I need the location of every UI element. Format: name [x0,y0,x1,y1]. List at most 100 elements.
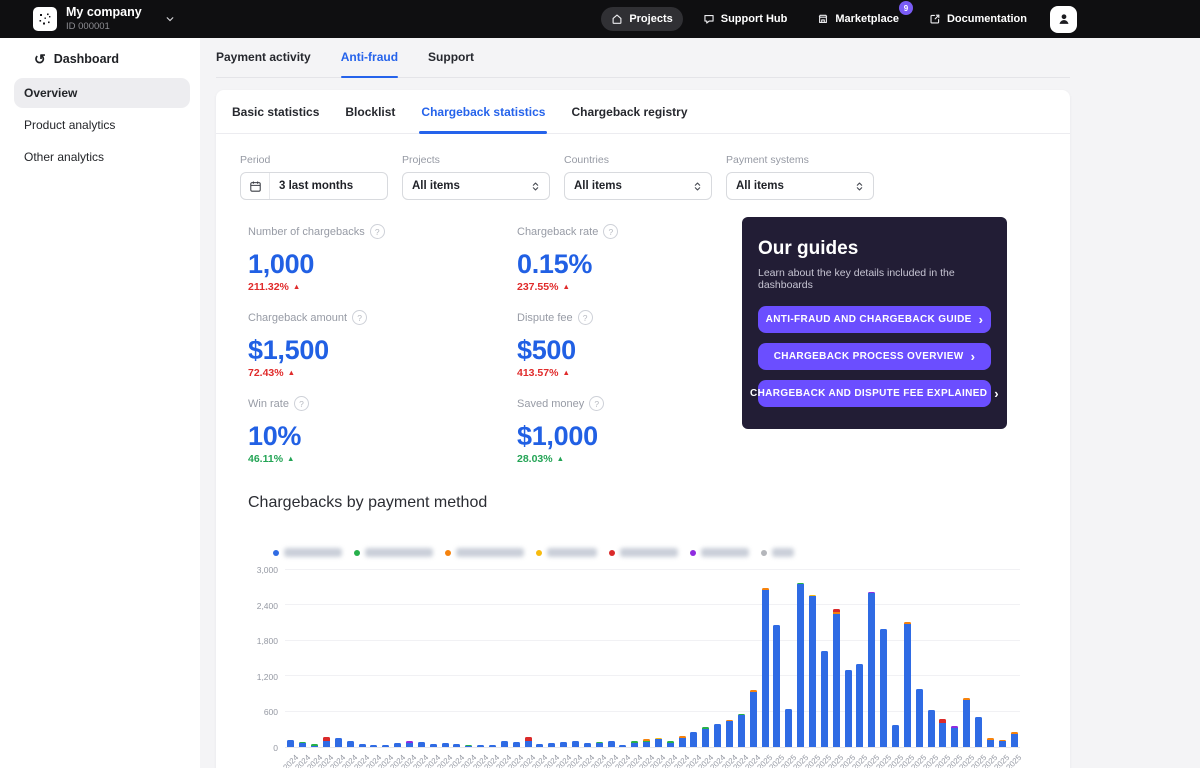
bar-segment-blue [287,740,294,747]
bar [465,745,472,747]
bar [525,737,532,747]
bar [821,651,828,747]
bar-segment-blue [726,721,733,747]
bar-segment-blue [489,745,496,747]
nav-support-hub[interactable]: Support Hub [693,7,798,31]
bar-segment-blue [536,744,543,747]
legend-item-1[interactable] [273,548,342,557]
help-icon[interactable]: ? [603,224,618,239]
bar [643,739,650,747]
legend-item-4[interactable] [536,548,597,557]
subtab-blocklist[interactable]: Blocklist [345,90,395,133]
user-avatar-button[interactable] [1050,6,1077,33]
nav-projects[interactable]: Projects [601,7,682,31]
bar-segment-blue [856,664,863,747]
help-icon[interactable]: ? [294,396,309,411]
filter-countries-control[interactable]: All items [564,172,712,200]
sidebar-item-overview[interactable]: Overview [14,78,190,108]
filter-projects: Projects All items [402,154,550,200]
bar [430,744,437,747]
filter-projects-control[interactable]: All items [402,172,550,200]
bar-segment-blue [442,743,449,747]
stat-change: 72.43%▲ [248,367,517,379]
bar-segment-blue [762,590,769,747]
bar-segment-blue [430,744,437,747]
bar [809,595,816,747]
bar-segment-blue [394,743,401,747]
legend-dot [690,550,696,556]
nav-label: Documentation [947,13,1027,25]
help-icon[interactable]: ? [589,396,604,411]
bar-segment-blue [892,725,899,747]
sidebar-item-product-analytics[interactable]: Product analytics [14,110,190,140]
legend-item-2[interactable] [354,548,433,557]
sidebar: ↺ Dashboard OverviewProduct analyticsOth… [0,38,200,768]
calendar-icon [241,173,270,199]
filter-label: Projects [402,154,550,166]
bar [418,742,425,747]
bar-segment-blue [619,745,626,747]
chart-title: Chargebacks by payment method [248,494,1070,512]
chevron-down-icon[interactable] [165,14,175,24]
bar-segment-blue [951,728,958,747]
company-name: My company [66,6,142,19]
filter-period-control[interactable]: 3 last months [240,172,388,200]
chevron-right-icon: › [971,352,976,362]
updown-icon [854,181,873,192]
guide-button-chargeback-process-overview[interactable]: CHARGEBACK PROCESS OVERVIEW› [758,343,991,370]
help-icon[interactable]: ? [578,310,593,325]
top-bar: My company ID 000001 ProjectsSupport Hub… [0,0,1200,38]
y-axis-label: 0 [216,743,278,753]
bar [702,727,709,747]
nav-marketplace[interactable]: Marketplace9 [807,7,909,31]
sidebar-header[interactable]: ↺ Dashboard [0,52,200,66]
company-logo[interactable] [33,7,57,31]
bar-segment-blue [513,742,520,747]
bar [904,622,911,747]
bar [370,745,377,747]
tab-support[interactable]: Support [428,50,474,77]
stat-label: Number of chargebacks? [248,224,517,239]
subtab-chargeback-statistics[interactable]: Chargeback statistics [421,90,545,133]
gridline [285,604,1020,605]
stat-change-value: 237.55% [517,281,558,293]
stat-label-text: Number of chargebacks [248,226,365,238]
help-icon[interactable]: ? [370,224,385,239]
bar-segment-blue [797,584,804,747]
subtab-chargeback-registry[interactable]: Chargeback registry [571,90,687,133]
bar [536,744,543,747]
trend-up-icon: ▲ [562,282,569,292]
guide-button-chargeback-and-dispute-fee-explained[interactable]: CHARGEBACK AND DISPUTE FEE EXPLAINED› [758,380,991,407]
filter-payment-systems-control[interactable]: All items [726,172,874,200]
bar-segment-blue [738,715,745,747]
trend-up-icon: ▲ [562,368,569,378]
legend-label-redacted [456,548,524,557]
sidebar-item-other-analytics[interactable]: Other analytics [14,142,190,172]
legend-item-5[interactable] [609,548,678,557]
bar-segment-blue [833,614,840,747]
stat-label: Chargeback amount? [248,310,517,325]
legend-item-7[interactable] [761,548,794,557]
legend-item-6[interactable] [690,548,749,557]
guide-button-anti-fraud-and-chargeback-guide[interactable]: ANTI-FRAUD AND CHARGEBACK GUIDE› [758,306,991,333]
chart-legend [273,548,1070,557]
subtab-basic-statistics[interactable]: Basic statistics [232,90,319,133]
chart: 06001,2001,8002,4003,0002024202420242024… [216,569,1070,768]
help-icon[interactable]: ? [352,310,367,325]
nav-label: Support Hub [721,13,788,25]
tab-anti-fraud[interactable]: Anti-fraud [341,50,398,77]
bar [892,725,899,747]
tab-payment-activity[interactable]: Payment activity [216,50,311,77]
legend-dot [609,550,615,556]
bar [963,698,970,747]
bar [442,743,449,747]
bar [939,719,946,747]
legend-item-3[interactable] [445,548,524,557]
bar-segment-blue [975,717,982,747]
nav-documentation[interactable]: Documentation [919,7,1037,31]
bar [951,726,958,747]
bar-segment-blue [370,745,377,747]
bar-segment-blue [584,743,591,747]
bar-segment-blue [785,709,792,747]
bar [679,736,686,747]
